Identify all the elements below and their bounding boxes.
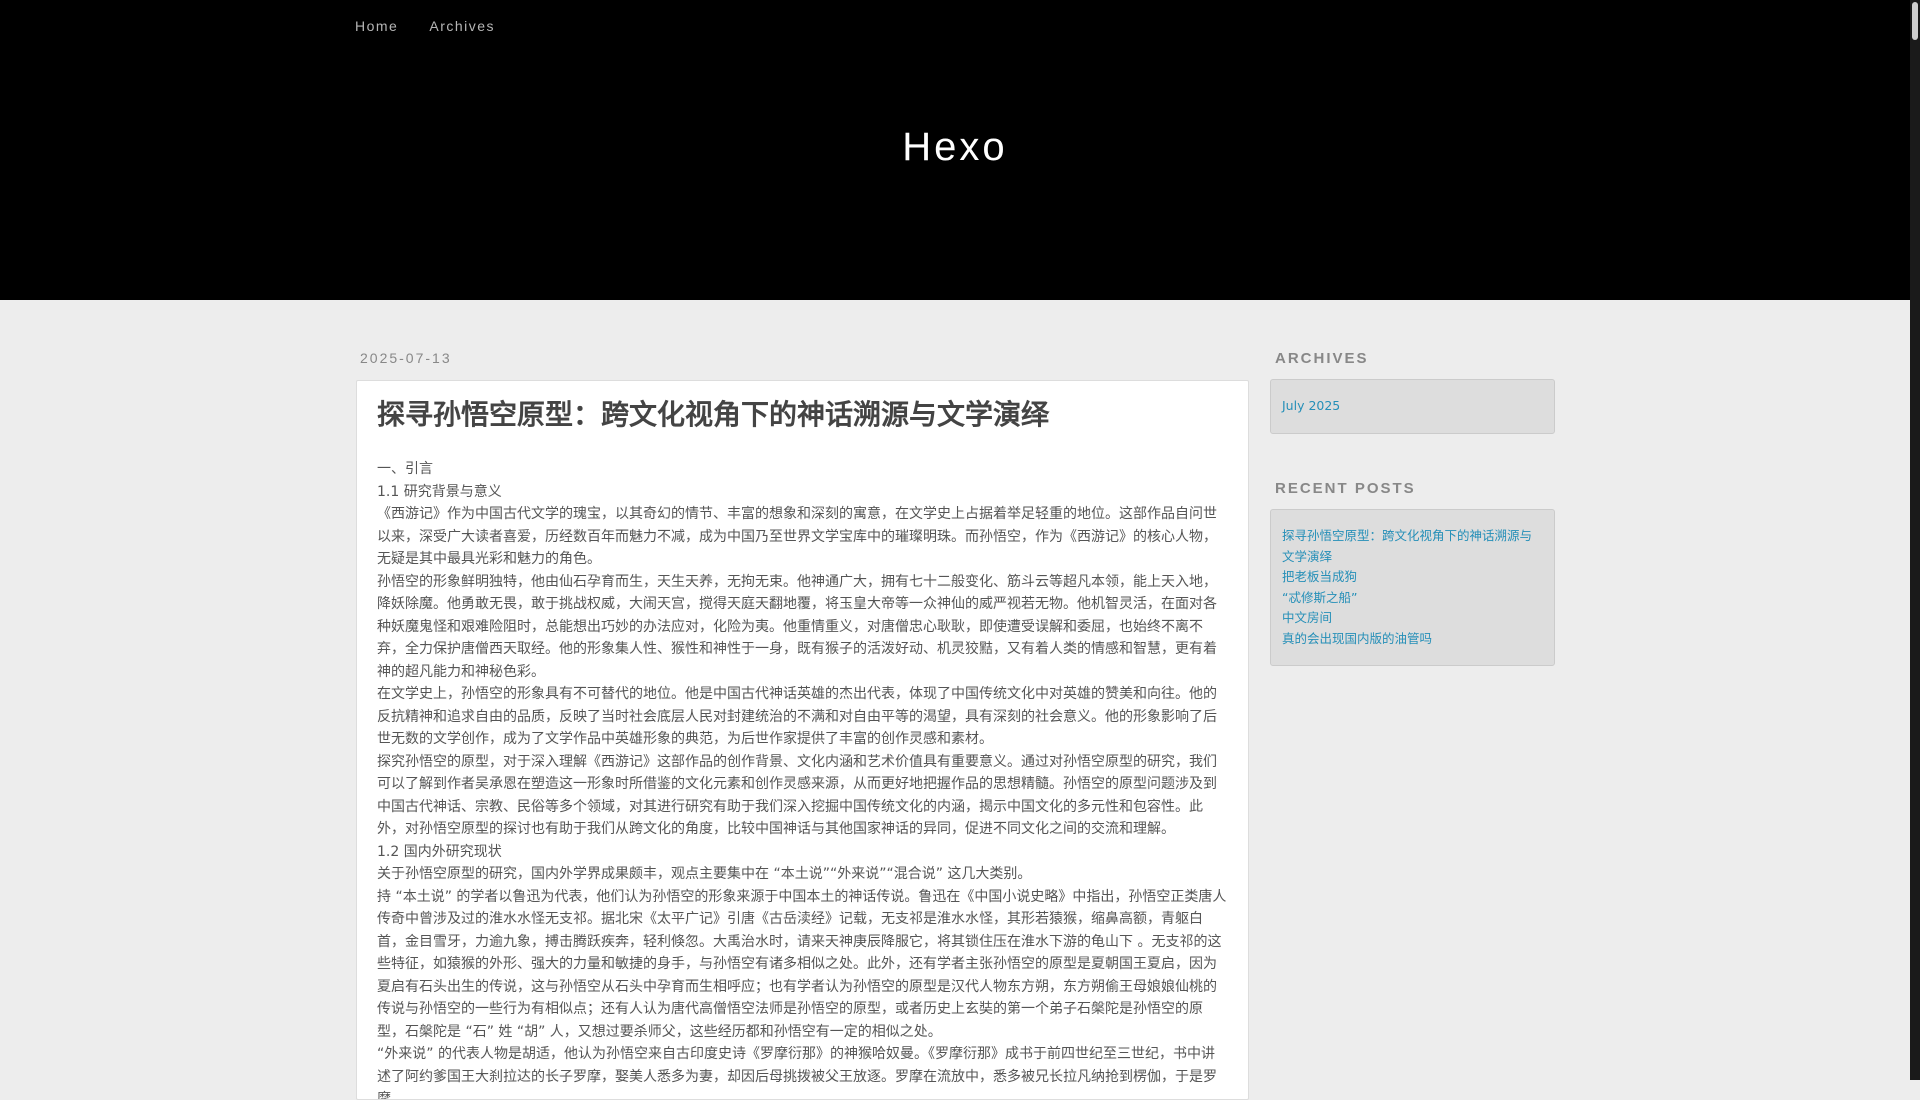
- recent-posts-heading: RECENT POSTS: [1275, 480, 1416, 497]
- post-paragraph: 探究孙悟空的原型，对于深入理解《西游记》这部作品的创作背景、文化内涵和艺术价值具…: [377, 753, 1217, 838]
- recent-post-link[interactable]: “忒修斯之船”: [1282, 588, 1543, 609]
- post-paragraph: 持 “本土说” 的学者以鲁迅为代表，他们认为孙悟空的形象来源于中国本土的神话传说…: [377, 888, 1227, 1040]
- post-paragraph: 孙悟空的形象鲜明独特，他由仙石孕育而生，天生天养，无拘无束。他神通广大，拥有七十…: [377, 573, 1217, 680]
- post-body: 一、引言 1.1 研究背景与意义 《西游记》作为中国古代文学的瑰宝，以其奇幻的情…: [377, 458, 1228, 1100]
- recent-post-link[interactable]: 探寻孙悟空原型：跨文化视角下的神话溯源与文学演绎: [1282, 526, 1543, 567]
- site-title[interactable]: Hexo: [0, 125, 1910, 170]
- post-paragraph: 在文学史上，孙悟空的形象具有不可替代的地位。他是中国古代神话英雄的杰出代表，体现…: [377, 686, 1217, 748]
- nav-home-link[interactable]: Home: [355, 18, 398, 34]
- post-article: 探寻孙悟空原型：跨文化视角下的神话溯源与文学演绎 一、引言 1.1 研究背景与意…: [356, 380, 1249, 1100]
- site-header: Home Archives Hexo: [0, 0, 1910, 300]
- archives-widget: July 2025: [1270, 379, 1555, 434]
- recent-post-link[interactable]: 真的会出现国内版的油管吗: [1282, 629, 1543, 650]
- post-date[interactable]: 2025-07-13: [360, 350, 452, 366]
- post-paragraph: “外来说” 的代表人物是胡适，他认为孙悟空来自古印度史诗《罗摩衍那》的神猴哈奴曼…: [377, 1046, 1217, 1100]
- main-nav: Home Archives: [355, 18, 495, 34]
- post-title[interactable]: 探寻孙悟空原型：跨文化视角下的神话溯源与文学演绎: [377, 395, 1228, 434]
- post-paragraph: 1.1 研究背景与意义: [377, 483, 502, 500]
- recent-post-link[interactable]: 把老板当成狗: [1282, 567, 1543, 588]
- scrollbar-thumb[interactable]: [1912, 2, 1918, 40]
- page-scrollbar[interactable]: [1910, 0, 1920, 1080]
- post-paragraph: 1.2 国内外研究现状: [377, 843, 502, 860]
- post-paragraph: 《西游记》作为中国古代文学的瑰宝，以其奇幻的情节、丰富的想象和深刻的寓意，在文学…: [377, 506, 1217, 568]
- nav-archives-link[interactable]: Archives: [429, 18, 495, 34]
- archive-link[interactable]: July 2025: [1282, 396, 1543, 417]
- post-paragraph: 关于孙悟空原型的研究，国内外学界成果颇丰，观点主要集中在 “本土说”“外来说”“…: [377, 866, 1032, 883]
- archives-heading: ARCHIVES: [1275, 350, 1369, 367]
- recent-posts-widget: 探寻孙悟空原型：跨文化视角下的神话溯源与文学演绎 把老板当成狗 “忒修斯之船” …: [1270, 509, 1555, 666]
- post-paragraph: 一、引言: [377, 461, 433, 478]
- recent-post-link[interactable]: 中文房间: [1282, 608, 1543, 629]
